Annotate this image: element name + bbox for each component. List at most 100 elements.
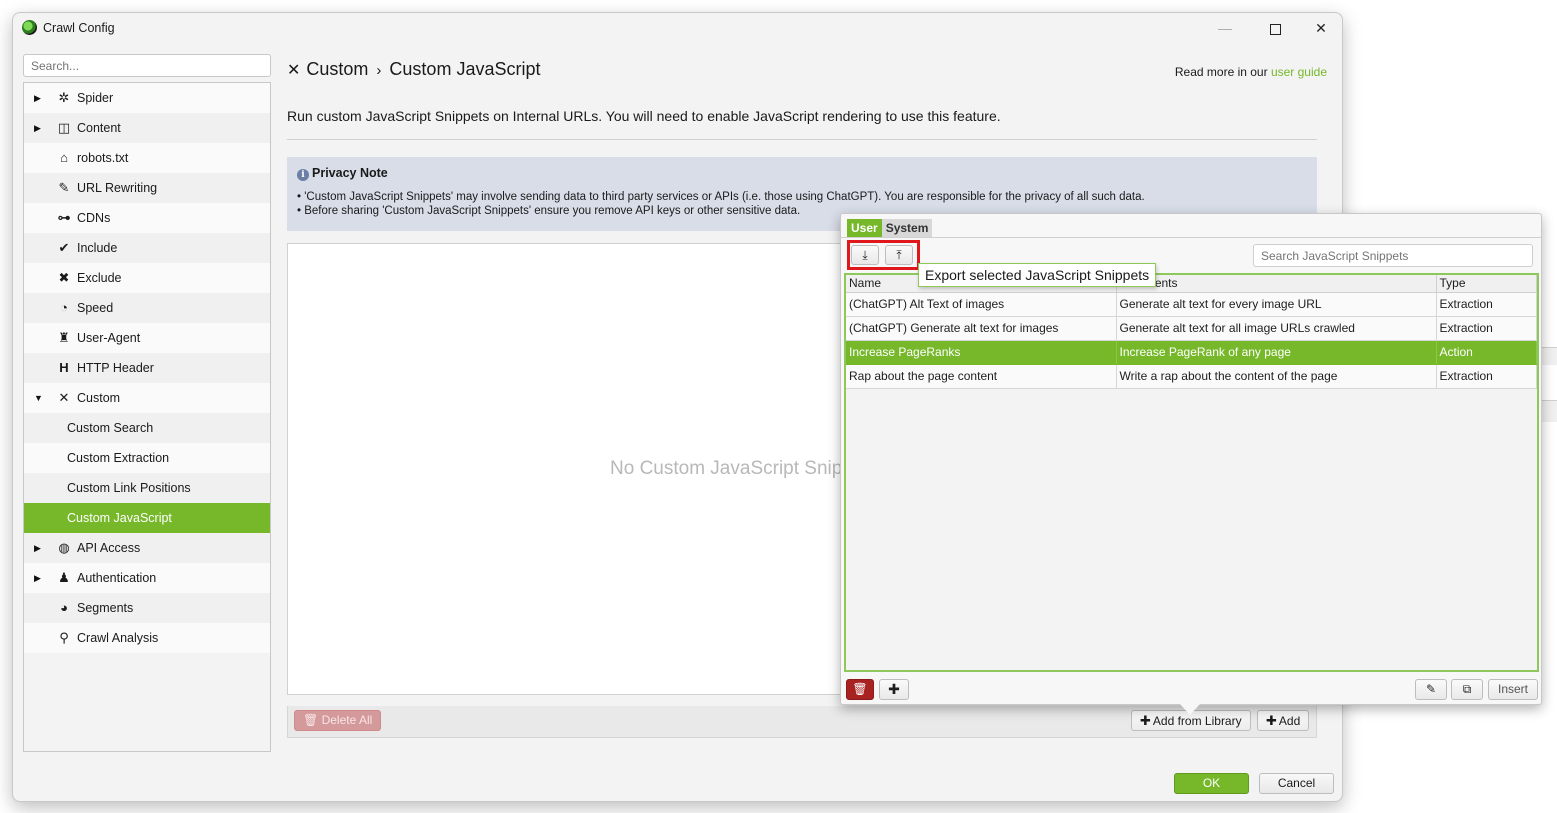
sidebar-item-label: Spider: [77, 91, 114, 105]
sidebar-item-exclude[interactable]: ✖ Exclude: [24, 263, 270, 293]
sidebar-item-label: Segments: [77, 601, 134, 615]
column-header-comments[interactable]: Comments: [1116, 275, 1437, 293]
cell-comments: Write a rap about the content of the pag…: [1116, 364, 1437, 389]
sidebar-item-custom-search[interactable]: Custom Search: [24, 413, 270, 443]
cell-type: Extraction: [1436, 316, 1537, 341]
sidebar-item-label: HTTP Header: [77, 361, 154, 375]
sidebar-item-label: Custom: [77, 391, 121, 405]
trash-icon: 🗑: [852, 682, 868, 696]
caret-right-icon[interactable]: ▶: [34, 563, 41, 593]
sidebar-item-segments[interactable]: ◕ Segments: [24, 593, 270, 623]
caret-right-icon[interactable]: ▶: [34, 533, 41, 563]
tools-icon: ✕: [287, 62, 301, 79]
duplicate-snippet-button[interactable]: ⧉: [1451, 679, 1483, 700]
globe-icon: ◍: [58, 540, 70, 555]
sidebar-item-api-access[interactable]: ▶ ◍ API Access: [24, 533, 270, 563]
copy-icon: ⧉: [1462, 682, 1472, 696]
sidebar-item-spider[interactable]: ▶ ✲ Spider: [24, 83, 270, 113]
breadcrumb-separator: ›: [376, 62, 382, 79]
sidebar-item-user-agent[interactable]: ♜ User-Agent: [24, 323, 270, 353]
sidebar-item-http-header[interactable]: H HTTP Header: [24, 353, 270, 383]
snippets-action-bar: 🗑 Delete All ✚ Add from Library ✚ Add: [287, 706, 1317, 738]
app-logo-icon: [22, 20, 37, 35]
privacy-title: Privacy Note: [312, 166, 388, 180]
sidebar-item-cdns[interactable]: ⊶ CDNs: [24, 203, 270, 233]
export-tooltip: Export selected JavaScript Snippets: [918, 263, 1157, 287]
upload-icon: ⤒: [896, 248, 902, 262]
sidebar-item-custom-extraction[interactable]: Custom Extraction: [24, 443, 270, 473]
sidebar-item-url-rewriting[interactable]: ✎ URL Rewriting: [24, 173, 270, 203]
sidebar-item-custom-link-positions[interactable]: Custom Link Positions: [24, 473, 270, 503]
cell-comments: Increase PageRank of any page: [1116, 340, 1437, 365]
table-row[interactable]: (ChatGPT) Generate alt text for images Ge…: [846, 316, 1537, 341]
sidebar-item-label: CDNs: [77, 211, 111, 225]
cell-name: (ChatGPT) Generate alt text for images: [846, 316, 1117, 341]
pie-chart-icon: ◕: [60, 600, 68, 615]
sidebar-item-authentication[interactable]: ▶ ♟ Authentication: [24, 563, 270, 593]
columns-icon: ◫: [57, 120, 71, 135]
snippets-table: Name Comments Type (ChatGPT) Alt Text of…: [844, 273, 1539, 672]
cell-name: (ChatGPT) Alt Text of images: [846, 292, 1117, 317]
delete-snippet-button[interactable]: 🗑: [846, 679, 874, 700]
table-row[interactable]: (ChatGPT) Alt Text of images Generate alt…: [846, 292, 1537, 317]
user-secret-icon: ♜: [58, 330, 70, 345]
sidebar-item-include[interactable]: ✔ Include: [24, 233, 270, 263]
sidebar-item-label: Custom Extraction: [67, 451, 170, 465]
popup-pointer: [1180, 704, 1200, 715]
library-tabs: User System: [847, 219, 933, 237]
network-icon: ⊶: [57, 210, 71, 225]
sidebar-item-content[interactable]: ▶ ◫ Content: [24, 113, 270, 143]
table-row[interactable]: Rap about the page content Write a rap ab…: [846, 364, 1537, 389]
import-button[interactable]: ⤓: [851, 245, 879, 265]
sidebar-item-speed[interactable]: ◔ Speed: [24, 293, 270, 323]
cancel-button[interactable]: Cancel: [1259, 773, 1334, 794]
maximize-icon: [1269, 23, 1281, 35]
speedometer-icon: ◔: [60, 300, 68, 315]
delete-all-button[interactable]: 🗑 Delete All: [294, 710, 382, 731]
edit-snippet-button[interactable]: ✎: [1415, 679, 1447, 700]
caret-right-icon[interactable]: ▶: [34, 113, 41, 143]
title-bar: Crawl Config — ✕: [13, 13, 1342, 43]
table-row[interactable]: Increase PageRanks Increase PageRank of a…: [846, 340, 1537, 365]
tab-user[interactable]: User: [847, 219, 882, 237]
sidebar-item-label: Content: [77, 121, 121, 135]
popup-footer: 🗑 ✚ ✎ ⧉ Insert: [841, 679, 1541, 701]
column-header-type[interactable]: Type: [1436, 275, 1537, 293]
divider: [287, 139, 1317, 140]
tools-icon: ✕: [58, 390, 70, 405]
info-icon: i: [297, 169, 309, 181]
trash-icon: 🗑: [303, 713, 322, 727]
sidebar-item-label: robots.txt: [77, 151, 129, 165]
breadcrumb-parent[interactable]: Custom: [306, 59, 368, 79]
caret-right-icon[interactable]: ▶: [34, 83, 41, 113]
page-description: Run custom JavaScript Snippets on Intern…: [287, 108, 1001, 124]
read-more-text: Read more in our: [1174, 65, 1268, 79]
ok-button[interactable]: OK: [1174, 773, 1249, 794]
sidebar-item-label: Custom JavaScript: [67, 511, 172, 525]
caret-down-icon[interactable]: ▼: [34, 383, 43, 413]
robot-icon: ⌂: [60, 150, 68, 165]
download-icon: ⤓: [862, 248, 868, 262]
plus-icon: ✚: [1140, 713, 1151, 728]
insert-button[interactable]: Insert: [1488, 679, 1538, 700]
plus-icon: ✚: [888, 681, 900, 697]
maximize-button[interactable]: [1255, 17, 1295, 39]
empty-state-text: No Custom JavaScript Snippets: [610, 458, 879, 479]
cell-name: Increase PageRanks: [846, 340, 1117, 365]
sidebar-item-custom[interactable]: ▼ ✕ Custom: [24, 383, 270, 413]
sidebar-item-robots-txt[interactable]: ⌂ robots.txt: [24, 143, 270, 173]
add-button[interactable]: ✚ Add: [1257, 710, 1310, 731]
cell-type: Extraction: [1436, 292, 1537, 317]
sidebar-item-crawl-analysis[interactable]: ⚲ Crawl Analysis: [24, 623, 270, 653]
sidebar-item-label: User-Agent: [77, 331, 141, 345]
close-button[interactable]: ✕: [1301, 17, 1341, 39]
export-button[interactable]: ⤒: [885, 245, 913, 265]
library-search-input[interactable]: [1253, 244, 1533, 267]
user-guide-link[interactable]: user guide: [1271, 65, 1327, 79]
user-lock-icon: ♟: [58, 570, 70, 585]
add-snippet-button[interactable]: ✚: [879, 679, 909, 700]
sidebar-search-input[interactable]: [23, 54, 271, 77]
tab-system[interactable]: System: [881, 219, 933, 237]
sidebar-item-custom-javascript[interactable]: Custom JavaScript: [24, 503, 270, 533]
minimize-button[interactable]: —: [1205, 17, 1245, 39]
